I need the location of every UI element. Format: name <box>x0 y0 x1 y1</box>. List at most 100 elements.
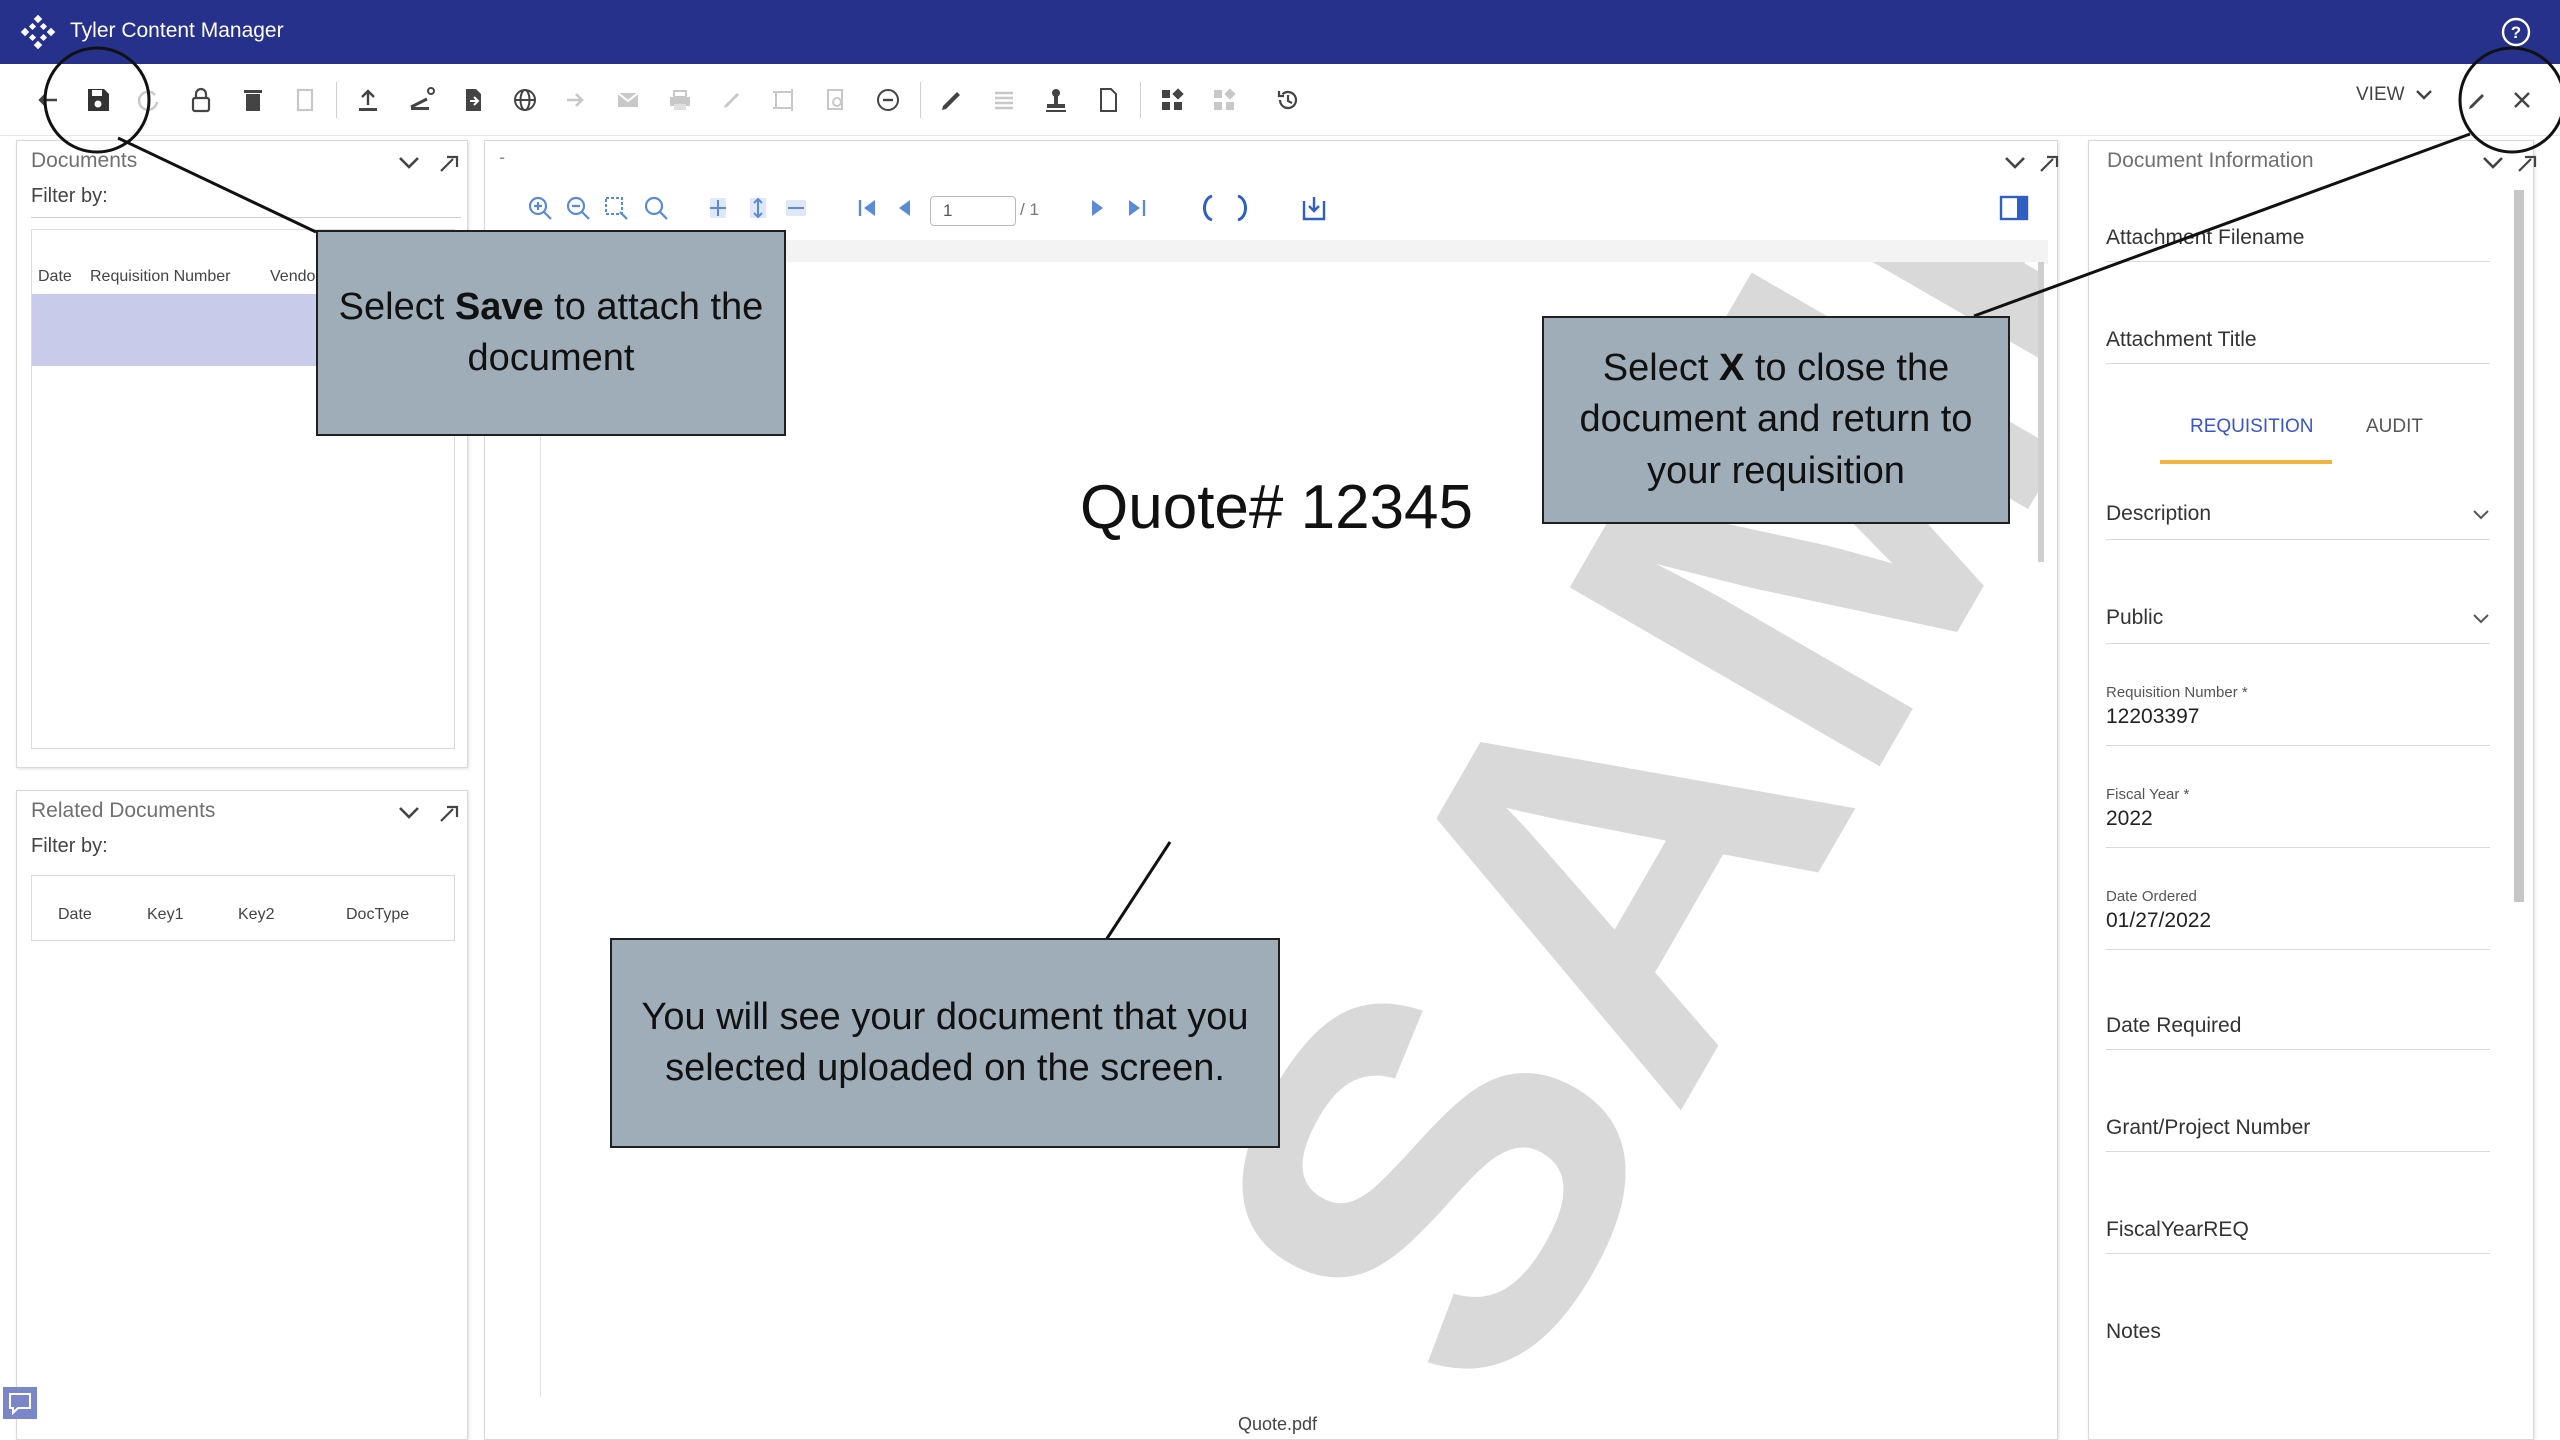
date-required-label: Date Required <box>2106 1014 2242 1037</box>
fit-height-icon[interactable] <box>742 192 774 224</box>
scan-icon[interactable] <box>404 82 440 118</box>
collapse-chevron-icon[interactable] <box>395 149 423 177</box>
related-filter-label: Filter by: <box>31 835 108 857</box>
chat-icon[interactable] <box>2 1386 38 1420</box>
back-arrow-icon[interactable] <box>30 82 66 118</box>
pin-icon[interactable] <box>2513 149 2541 177</box>
rotate-left-icon[interactable] <box>1190 192 1222 224</box>
crop-icon[interactable] <box>766 82 802 118</box>
notes-field[interactable]: Notes <box>2106 1320 2490 1356</box>
grid-view-icon[interactable] <box>1154 82 1190 118</box>
viewer-scrollbar-thumb[interactable] <box>2038 262 2044 562</box>
fit-width-icon[interactable] <box>780 192 812 224</box>
delete-icon[interactable] <box>235 82 271 118</box>
globe-icon[interactable] <box>507 82 543 118</box>
column-header-key2[interactable]: Key2 <box>238 906 274 924</box>
rotate-right-icon[interactable] <box>1228 192 1260 224</box>
remove-circle-icon[interactable] <box>870 82 906 118</box>
close-callout-pre: Select <box>1602 347 1719 390</box>
view-menu-label: VIEW <box>2356 84 2405 105</box>
grid-alt-icon[interactable] <box>1206 82 1242 118</box>
security-select[interactable]: Public <box>2106 606 2490 644</box>
document-heading: Quote# 12345 <box>1080 473 1474 542</box>
next-page-icon[interactable] <box>1082 192 1114 224</box>
fiscal-year-field[interactable]: Fiscal Year * 2022 <box>2106 786 2490 848</box>
attachment-title-field[interactable]: Attachment Title <box>2106 328 2490 364</box>
documents-panel-title: Documents <box>31 149 138 172</box>
related-documents-panel: Related Documents Filter by: Date Key1 K… <box>16 790 468 1440</box>
fiscal-year-req-field[interactable]: FiscalYearREQ <box>2106 1218 2490 1254</box>
column-header-requisition-number[interactable]: Requisition Number <box>90 268 231 286</box>
column-header-doctype[interactable]: DocType <box>346 906 409 924</box>
redact-lines-icon[interactable] <box>986 82 1022 118</box>
last-page-icon[interactable] <box>1120 192 1152 224</box>
collapse-chevron-icon[interactable] <box>395 799 423 827</box>
forward-icon[interactable] <box>558 82 594 118</box>
close-icon[interactable] <box>2504 82 2540 118</box>
pin-icon[interactable] <box>435 799 463 827</box>
documents-filter-label: Filter by: <box>31 185 108 207</box>
zoom-search-icon[interactable] <box>640 192 672 224</box>
collapse-chevron-icon[interactable] <box>2479 149 2507 177</box>
zoom-area-icon[interactable] <box>600 192 632 224</box>
app-window: Tyler Content Manager ? VIEW Documents F… <box>0 0 2560 1440</box>
zoom-in-icon[interactable] <box>524 192 556 224</box>
edit-icon[interactable] <box>2460 82 2496 118</box>
page-number-input[interactable] <box>930 196 1016 226</box>
pin-icon[interactable] <box>2035 149 2063 177</box>
date-ordered-value: 01/27/2022 <box>2106 909 2212 932</box>
attachment-filename-field[interactable]: Attachment Filename <box>2106 226 2490 262</box>
lock-icon[interactable] <box>183 82 219 118</box>
history-icon[interactable] <box>1270 82 1306 118</box>
upload-icon[interactable] <box>350 82 386 118</box>
refresh-icon[interactable] <box>130 82 166 118</box>
date-required-field[interactable]: Date Required <box>2106 1014 2490 1050</box>
help-icon[interactable]: ? <box>2500 16 2532 48</box>
grant-project-number-label: Grant/Project Number <box>2106 1116 2311 1139</box>
print-icon[interactable] <box>662 82 698 118</box>
date-ordered-field[interactable]: Date Ordered 01/27/2022 <box>2106 888 2490 950</box>
find-doc-icon[interactable] <box>818 82 854 118</box>
save-callout: Select Save to attach the document <box>316 230 786 436</box>
save-icon[interactable] <box>80 82 116 118</box>
pin-icon[interactable] <box>435 149 463 177</box>
requisition-number-field[interactable]: Requisition Number * 12203397 <box>2106 684 2490 746</box>
description-select[interactable]: Description <box>2106 502 2490 540</box>
first-page-icon[interactable] <box>852 192 884 224</box>
upload-callout: You will see your document that you sele… <box>610 938 1280 1148</box>
previous-page-icon[interactable] <box>888 192 920 224</box>
collapse-chevron-icon[interactable] <box>2001 149 2029 177</box>
import-doc-icon[interactable] <box>455 82 491 118</box>
column-header-date[interactable]: Date <box>58 906 92 924</box>
zoom-out-icon[interactable] <box>562 192 594 224</box>
page-total: / 1 <box>1020 200 1039 219</box>
fiscal-year-req-label: FiscalYearREQ <box>2106 1218 2249 1241</box>
fit-page-icon[interactable] <box>702 192 734 224</box>
thumbnail-panel-icon[interactable] <box>1998 192 2030 224</box>
copy-doc-icon[interactable] <box>287 82 323 118</box>
tab-requisition[interactable]: REQUISITION <box>2190 416 2314 438</box>
toolbar-divider <box>1140 82 1141 118</box>
tab-audit[interactable]: AUDIT <box>2366 416 2423 438</box>
toolbar-divider <box>336 82 337 118</box>
upload-callout-text: You will see your document that you sele… <box>641 995 1249 1089</box>
chevron-down-icon <box>2473 510 2489 520</box>
fiscal-year-value: 2022 <box>2106 807 2153 830</box>
email-icon[interactable] <box>610 82 646 118</box>
annotate-pen-icon[interactable] <box>934 82 970 118</box>
notes-label: Notes <box>2106 1320 2161 1343</box>
related-documents-panel-title: Related Documents <box>31 799 216 822</box>
grant-project-number-field[interactable]: Grant/Project Number <box>2106 1116 2490 1152</box>
attachment-title-label: Attachment Title <box>2106 328 2257 351</box>
view-menu[interactable]: VIEW <box>2356 84 2433 106</box>
edit-pencil-icon[interactable] <box>714 82 750 118</box>
download-icon[interactable] <box>1298 192 1330 224</box>
save-callout-pre: Select <box>338 285 455 328</box>
toolbar-divider <box>920 82 921 118</box>
column-header-key1[interactable]: Key1 <box>147 906 183 924</box>
info-scrollbar-thumb[interactable] <box>2514 190 2524 902</box>
column-header-date[interactable]: Date <box>38 268 72 286</box>
close-callout-text: Select X to close the document and retur… <box>1562 343 1990 497</box>
stamp-icon[interactable] <box>1038 82 1074 118</box>
page-icon[interactable] <box>1090 82 1126 118</box>
